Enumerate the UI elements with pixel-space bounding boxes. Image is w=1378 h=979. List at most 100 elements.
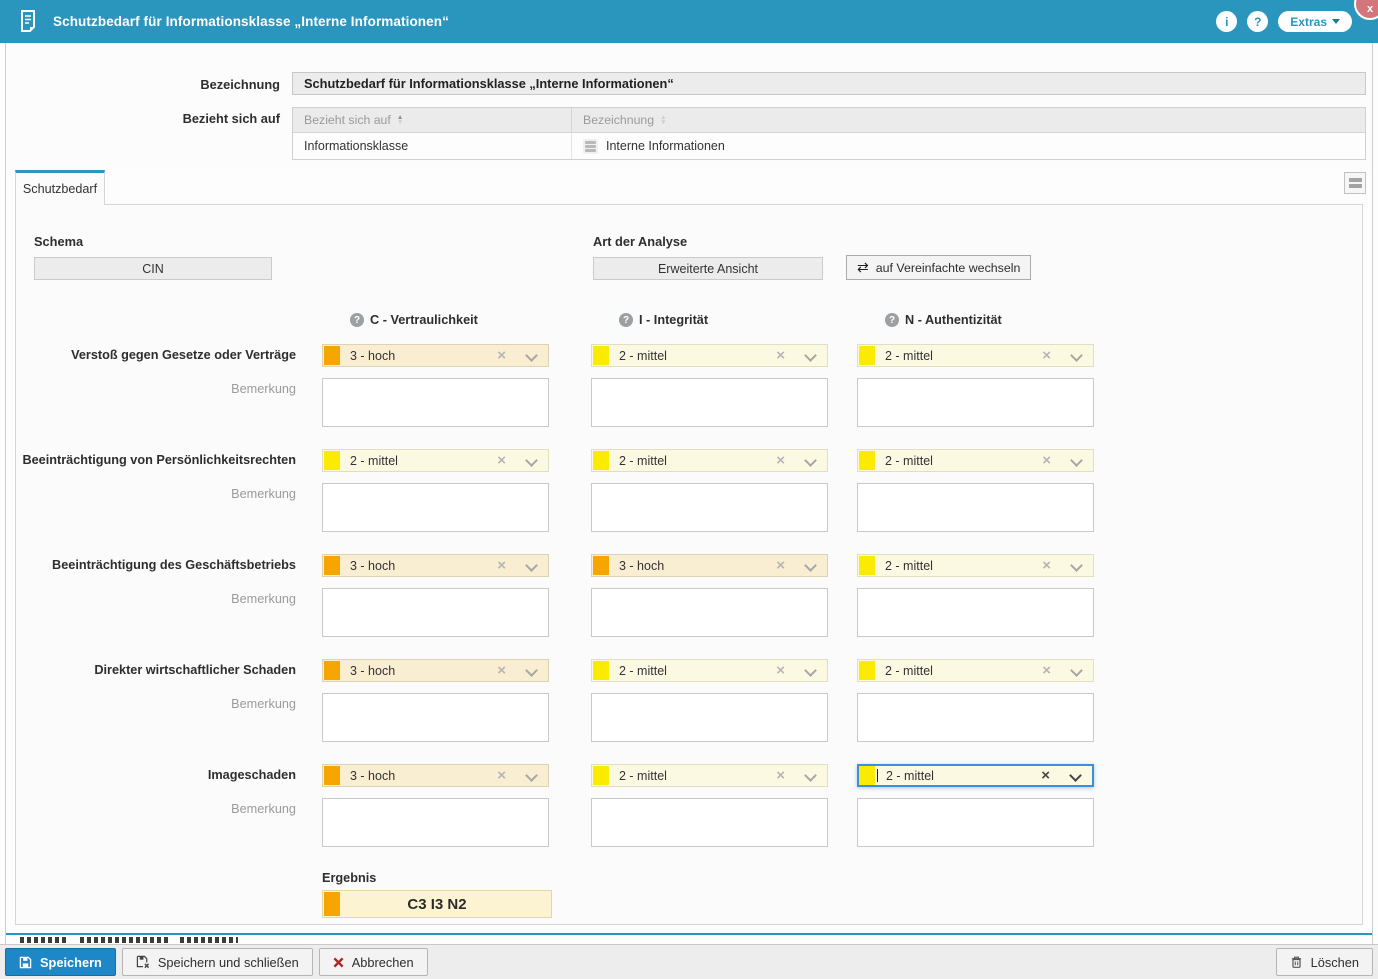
switch-view-button[interactable]: ⇄ auf Vereinfachte wechseln <box>846 255 1031 280</box>
close-button[interactable]: x <box>1354 0 1378 20</box>
severity-select-c[interactable]: 3 - hoch× <box>322 344 549 367</box>
clear-icon[interactable]: × <box>776 768 785 783</box>
severity-select-n[interactable]: 2 - mittel× <box>857 554 1094 577</box>
clear-icon[interactable]: × <box>1042 558 1051 573</box>
severity-select-n[interactable]: 2 - mittel× <box>857 659 1094 682</box>
help-button[interactable]: ? <box>1247 11 1268 32</box>
clear-icon[interactable]: × <box>776 663 785 678</box>
information-class-icon <box>583 139 598 154</box>
bemerkung-textarea-n[interactable] <box>857 483 1094 532</box>
chevron-down-icon[interactable] <box>526 351 536 361</box>
help-icon[interactable]: ? <box>885 313 899 327</box>
chevron-down-icon[interactable] <box>805 456 815 466</box>
clear-icon[interactable]: × <box>497 348 506 363</box>
chevron-down-icon[interactable] <box>805 561 815 571</box>
bemerkung-textarea-c[interactable] <box>322 483 549 532</box>
save-button[interactable]: Speichern <box>5 948 116 976</box>
bemerkung-textarea-i[interactable] <box>591 693 828 742</box>
clear-icon[interactable]: × <box>497 453 506 468</box>
severity-select-n[interactable]: 2 - mittel × <box>857 344 1094 367</box>
severity-select-c[interactable]: 2 - mittel × <box>322 449 549 472</box>
chevron-down-icon[interactable] <box>1071 351 1081 361</box>
chevron-down-icon[interactable] <box>1071 666 1081 676</box>
sort-icon[interactable]: ▲▼ <box>397 115 403 125</box>
chevron-down-icon[interactable] <box>526 771 536 781</box>
severity-value: 3 - hoch <box>350 664 395 678</box>
severity-select-c[interactable]: 3 - hoch × <box>322 659 549 682</box>
bemerkung-textarea-n[interactable] <box>857 588 1094 637</box>
extras-menu-button[interactable]: Extras <box>1278 11 1352 32</box>
severity-select-i[interactable]: 2 - mittel× <box>591 344 828 367</box>
matrix-cell: 2 - mittel× <box>591 344 828 367</box>
bemerkung-textarea-i[interactable] <box>591 588 828 637</box>
schema-label: Schema <box>34 234 272 249</box>
ergebnis-label: Ergebnis <box>322 871 1362 885</box>
bemerkung-textarea-n[interactable] <box>857 798 1094 847</box>
clear-icon[interactable]: × <box>776 558 785 573</box>
severity-select-n[interactable]: 2 - mittel × <box>857 764 1094 787</box>
sort-icon[interactable]: ▲▼ <box>660 115 666 125</box>
clear-icon[interactable]: × <box>1042 453 1051 468</box>
severity-value: 2 - mittel <box>886 769 934 783</box>
severity-value: 2 - mittel <box>619 454 667 468</box>
delete-button[interactable]: Löschen <box>1276 948 1373 976</box>
chevron-down-icon[interactable] <box>526 456 536 466</box>
list-view-button[interactable] <box>1344 172 1366 194</box>
help-icon[interactable]: ? <box>619 313 633 327</box>
matrix-bemerkung-row: Bemerkung <box>16 798 1362 852</box>
info-button[interactable]: i <box>1216 11 1237 32</box>
bemerkung-textarea-n[interactable] <box>857 378 1094 427</box>
clear-icon[interactable]: × <box>776 453 785 468</box>
chevron-down-icon[interactable] <box>526 666 536 676</box>
bemerkung-textarea-i[interactable] <box>591 483 828 532</box>
chevron-down-icon[interactable] <box>805 666 815 676</box>
bemerkung-textarea-c[interactable] <box>322 378 549 427</box>
clear-icon[interactable]: × <box>497 558 506 573</box>
column-header-name[interactable]: Bezeichnung ▲▼ <box>571 108 1365 132</box>
matrix-value-row: Imageschaden3 - hoch×2 - mittel×2 - mitt… <box>16 764 1362 787</box>
matrix-value-row: Direkter wirtschaftlicher Schaden 3 - hoc… <box>16 659 1362 682</box>
help-icon[interactable]: ? <box>350 313 364 327</box>
save-and-close-button[interactable]: Speichern und schließen <box>122 948 313 976</box>
clear-icon[interactable]: × <box>497 768 506 783</box>
severity-value: 3 - hoch <box>350 769 395 783</box>
chevron-down-icon[interactable] <box>805 351 815 361</box>
matrix-cell <box>591 693 828 747</box>
severity-select-c[interactable]: 3 - hoch × <box>322 764 549 787</box>
chevron-down-icon[interactable] <box>1071 456 1081 466</box>
matrix-cell: 3 - hoch × <box>322 659 549 682</box>
matrix-cell <box>591 378 828 432</box>
bemerkung-textarea-i[interactable] <box>591 378 828 427</box>
bezeichnung-field[interactable] <box>292 72 1366 95</box>
bemerkung-textarea-c[interactable] <box>322 588 549 637</box>
severity-color-marker <box>593 661 609 680</box>
clear-icon[interactable]: × <box>1041 768 1050 783</box>
severity-select-c[interactable]: 3 - hoch× <box>322 554 549 577</box>
chevron-down-icon[interactable] <box>1070 771 1080 781</box>
severity-value: 3 - hoch <box>619 559 664 573</box>
chevron-down-icon[interactable] <box>805 771 815 781</box>
severity-select-i[interactable]: 2 - mittel × <box>591 449 828 472</box>
chevron-down-icon[interactable] <box>1071 561 1081 571</box>
cancel-button[interactable]: Abbrechen <box>319 948 428 976</box>
row-label: Direkter wirtschaftlicher Schaden <box>16 659 296 682</box>
severity-color-marker <box>324 661 340 680</box>
severity-select-i[interactable]: 2 - mittel× <box>591 659 828 682</box>
clear-icon[interactable]: × <box>1042 663 1051 678</box>
severity-select-i[interactable]: 2 - mittel× <box>591 764 828 787</box>
bemerkung-textarea-n[interactable] <box>857 693 1094 742</box>
severity-value: 2 - mittel <box>350 454 398 468</box>
clear-icon[interactable]: × <box>1042 348 1051 363</box>
severity-value: 2 - mittel <box>885 349 933 363</box>
bemerkung-textarea-c[interactable] <box>322 798 549 847</box>
chevron-down-icon[interactable] <box>526 561 536 571</box>
clear-icon[interactable]: × <box>497 663 506 678</box>
table-row[interactable]: Informationsklasse Interne Informationen <box>293 133 1365 159</box>
bemerkung-textarea-c[interactable] <box>322 693 549 742</box>
column-header-relation[interactable]: Bezieht sich auf ▲▼ <box>293 108 571 132</box>
severity-select-i[interactable]: 3 - hoch × <box>591 554 828 577</box>
severity-select-n[interactable]: 2 - mittel× <box>857 449 1094 472</box>
clear-icon[interactable]: × <box>776 348 785 363</box>
bemerkung-textarea-i[interactable] <box>591 798 828 847</box>
tab-schutzbedarf[interactable]: Schutzbedarf <box>15 170 105 205</box>
